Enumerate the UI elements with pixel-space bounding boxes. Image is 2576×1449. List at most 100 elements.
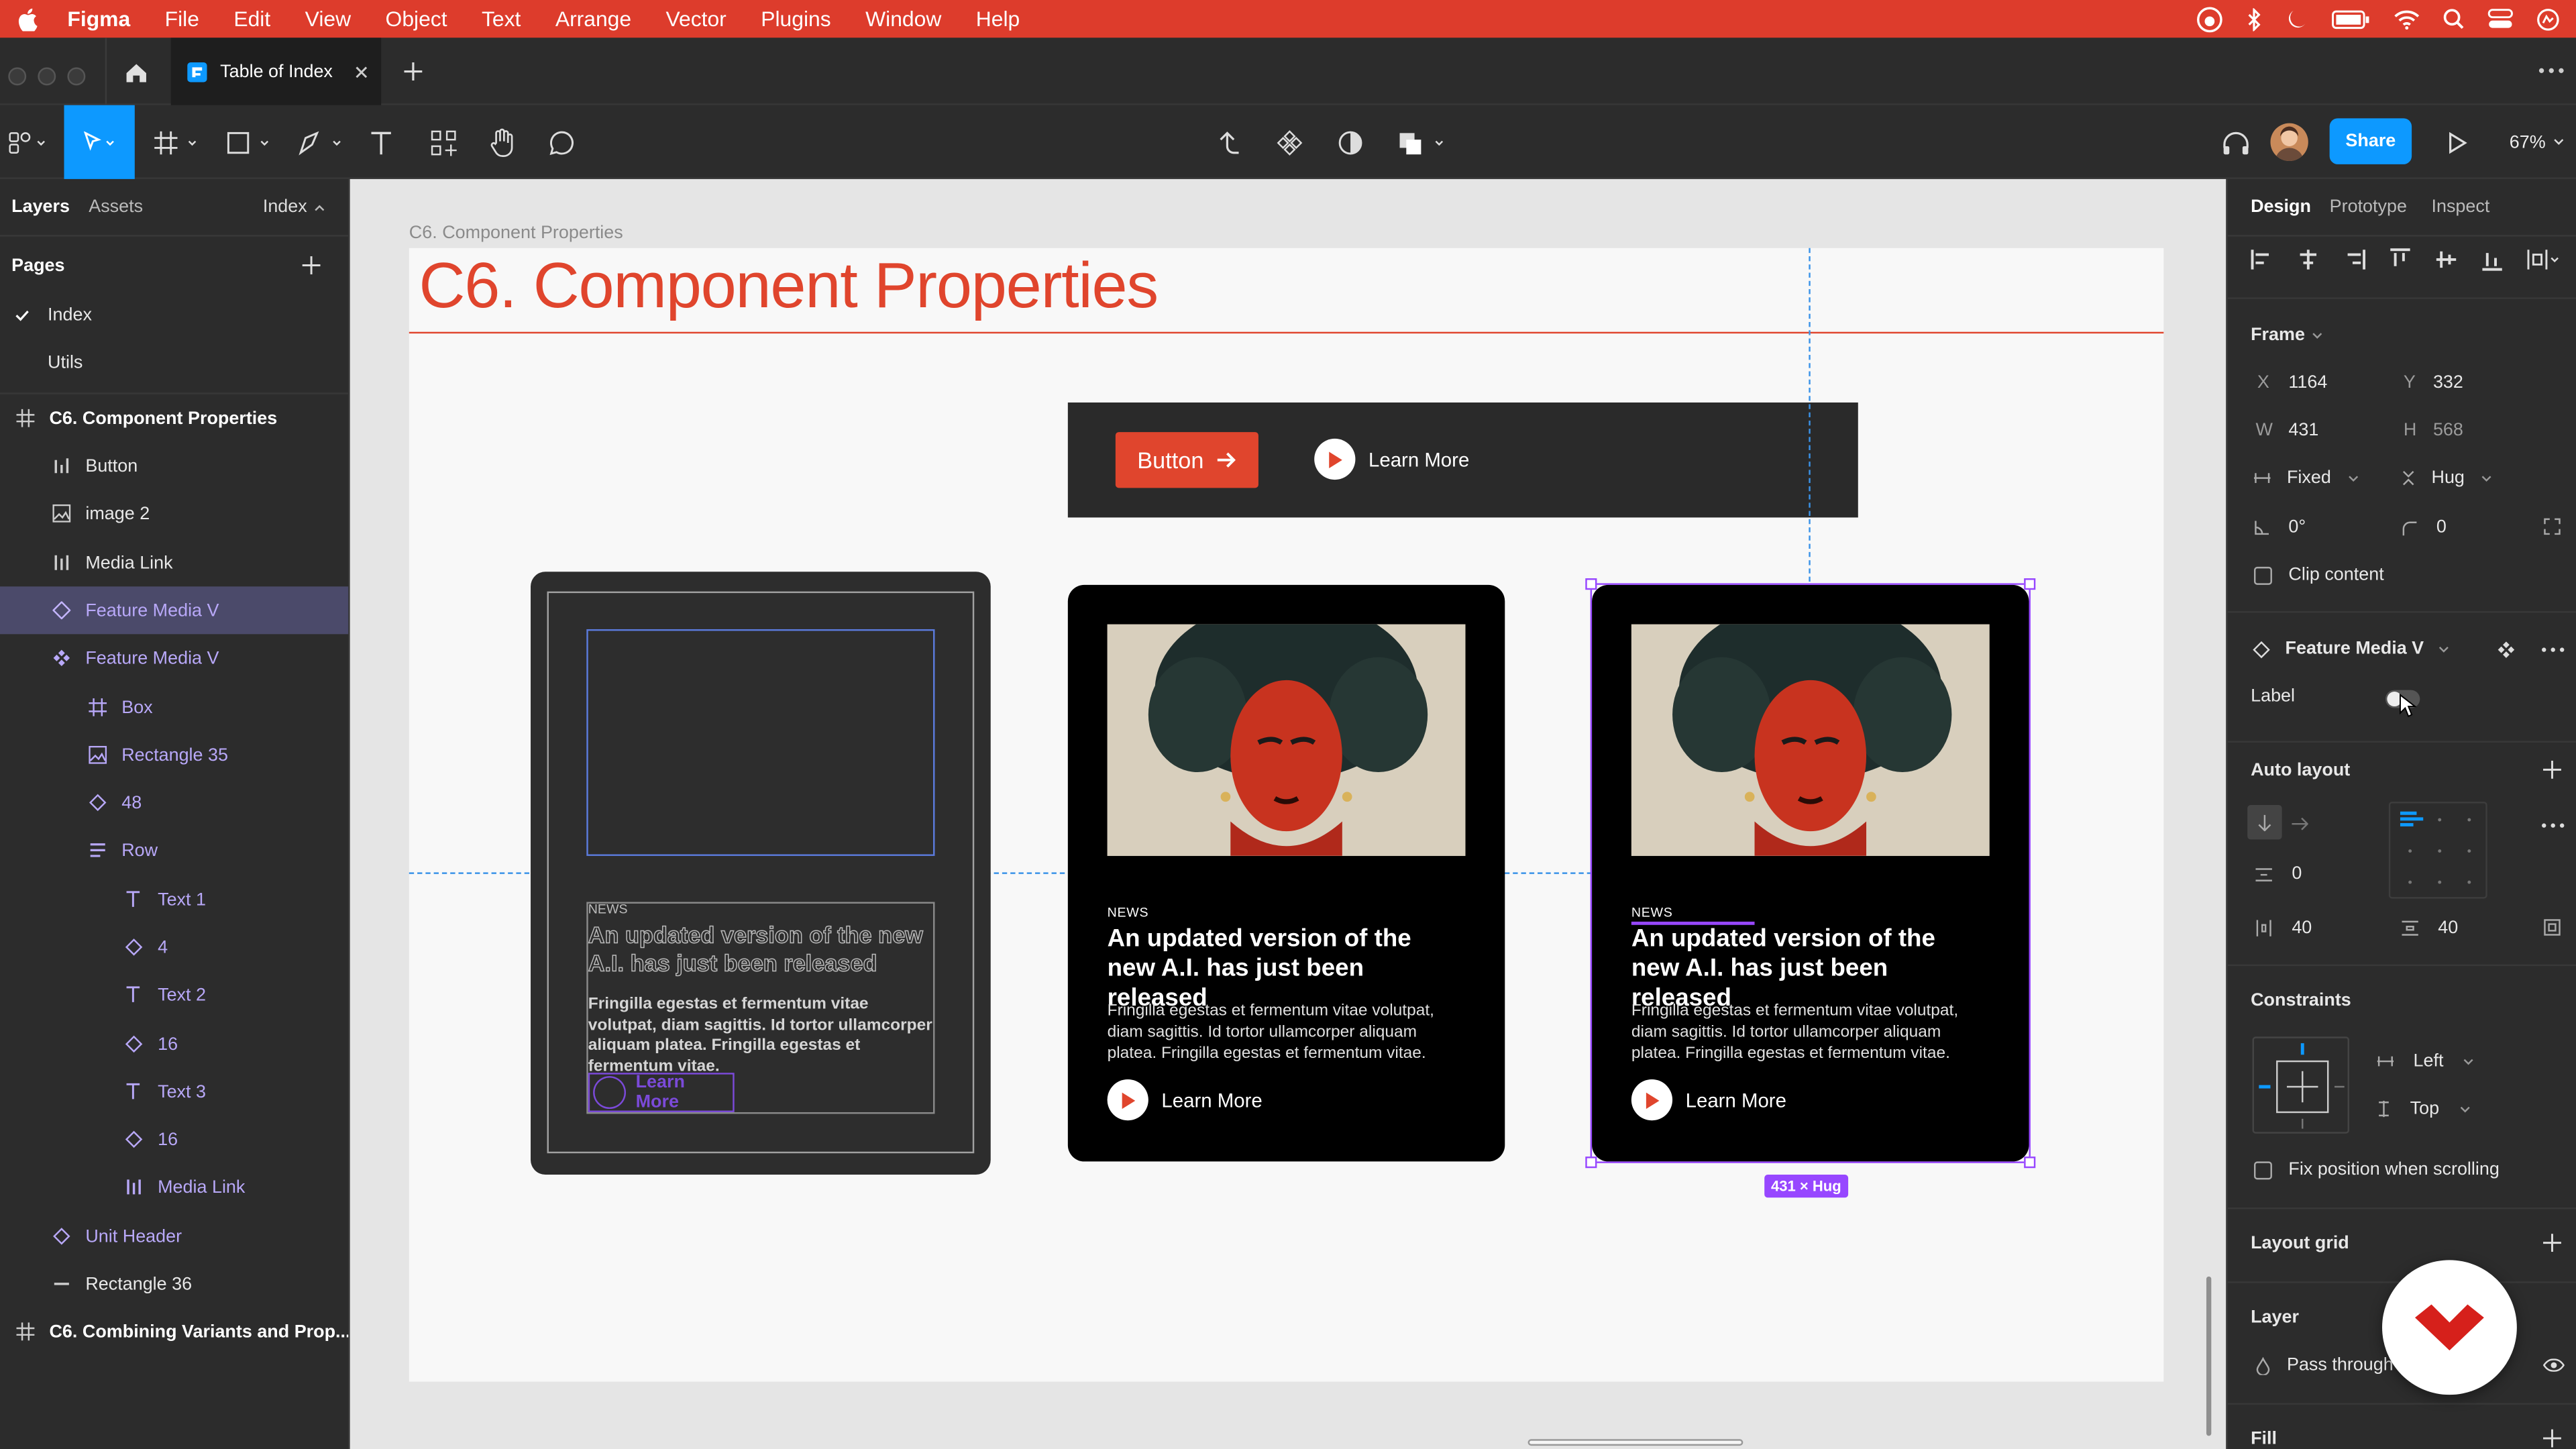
- frame-label[interactable]: C6. Component Properties: [409, 223, 623, 243]
- moon-icon[interactable]: [2286, 7, 2308, 30]
- share-button[interactable]: Share: [2329, 118, 2412, 164]
- independent-corners-icon[interactable]: [2543, 517, 2561, 535]
- boolean-groups-icon[interactable]: [1393, 105, 1449, 179]
- layer-row-text-3[interactable]: Text 3: [0, 1068, 348, 1116]
- window-minimize-button[interactable]: [38, 67, 56, 86]
- component-instance-select[interactable]: Feature Media V: [2253, 639, 2451, 659]
- feature-media-card-selected[interactable]: NEWS An updated version of the new A.I. …: [1592, 584, 2029, 1162]
- layer-row-text-1[interactable]: Text 1: [0, 875, 348, 923]
- menu-view[interactable]: View: [305, 7, 351, 32]
- bluetooth-icon[interactable]: [2246, 7, 2262, 31]
- layer-row-4[interactable]: 4: [0, 923, 348, 971]
- battery-icon[interactable]: [2331, 9, 2371, 28]
- layer-row-image-2[interactable]: image 2: [0, 490, 348, 537]
- layer-row-16[interactable]: 16: [0, 1020, 348, 1068]
- layer-row-rectangle-36[interactable]: Rectangle 36: [0, 1260, 348, 1307]
- vertical-padding-input[interactable]: 40: [2402, 918, 2458, 938]
- x-input[interactable]: 1164: [2288, 373, 2327, 392]
- vertical-constraint-select[interactable]: Top: [2377, 1099, 2471, 1119]
- constraints-widget[interactable]: [2252, 1036, 2350, 1134]
- window-zoom-button[interactable]: [67, 67, 86, 86]
- present-play-icon[interactable]: [2443, 105, 2473, 179]
- eye-visibility-icon[interactable]: [2543, 1358, 2565, 1372]
- move-tool[interactable]: [64, 105, 135, 179]
- new-tab-icon[interactable]: [404, 62, 423, 81]
- audio-headphones-icon[interactable]: [2218, 105, 2254, 179]
- layer-row-text-2[interactable]: Text 2: [0, 971, 348, 1018]
- horizontal-constraint-select[interactable]: Left: [2377, 1051, 2475, 1071]
- h-input[interactable]: 568: [2433, 421, 2463, 440]
- tab-design[interactable]: Design: [2251, 197, 2311, 217]
- tab-assets[interactable]: Assets: [89, 197, 143, 217]
- rotation-input[interactable]: 0°: [2254, 517, 2306, 537]
- layer-row-frame-c6-combining[interactable]: C6. Combining Variants and Prop...: [0, 1307, 348, 1355]
- resize-handle[interactable]: [2024, 1157, 2036, 1169]
- page-switcher[interactable]: Index: [263, 197, 325, 217]
- tab-prototype[interactable]: Prototype: [2330, 197, 2407, 217]
- page-item-index[interactable]: Index: [0, 290, 348, 338]
- floating-logo-badge[interactable]: [2382, 1260, 2517, 1395]
- tab-layers[interactable]: Layers: [11, 197, 70, 217]
- horizontal-padding-input[interactable]: 40: [2255, 918, 2312, 938]
- wireframe-card[interactable]: NEWS An updated version of the new A.I. …: [531, 572, 991, 1175]
- layer-row-button[interactable]: Button: [0, 442, 348, 490]
- menu-file[interactable]: File: [165, 7, 199, 32]
- main-menu-icon[interactable]: [3, 105, 52, 179]
- resources-tool[interactable]: [425, 105, 462, 179]
- demo-button[interactable]: Button: [1115, 432, 1258, 488]
- menu-plugins[interactable]: Plugins: [761, 7, 830, 32]
- layer-row-16[interactable]: 16: [0, 1116, 348, 1163]
- y-input[interactable]: 332: [2433, 373, 2463, 392]
- demo-learn-more[interactable]: Learn More: [1314, 438, 1469, 480]
- avatar[interactable]: [2270, 123, 2308, 162]
- card-learn-more[interactable]: Learn More: [1631, 1079, 1786, 1121]
- layer-row-rectangle-35[interactable]: Rectangle 35: [0, 731, 348, 779]
- creative-cloud-icon[interactable]: [2196, 6, 2222, 32]
- layer-row-unit-header[interactable]: Unit Header: [0, 1212, 348, 1260]
- horizontal-scrollbar[interactable]: [1527, 1439, 1743, 1446]
- text-tool[interactable]: [365, 105, 398, 179]
- apple-icon[interactable]: [18, 7, 38, 31]
- layer-row-frame-c6[interactable]: C6. Component Properties: [0, 394, 348, 442]
- frame-tool[interactable]: [148, 105, 203, 179]
- app-name[interactable]: Figma: [67, 7, 130, 32]
- feature-media-card[interactable]: NEWS An updated version of the new A.I. …: [1067, 584, 1505, 1162]
- direction-vertical-button[interactable]: [2247, 805, 2282, 840]
- home-icon[interactable]: [125, 62, 148, 84]
- menu-text[interactable]: Text: [482, 7, 521, 32]
- w-input[interactable]: 431: [2288, 421, 2318, 440]
- wifi-icon[interactable]: [2394, 9, 2420, 29]
- layer-row-media-link[interactable]: Media Link: [0, 1163, 348, 1211]
- vertical-scrollbar[interactable]: [2206, 1276, 2212, 1436]
- close-tab-icon[interactable]: [355, 65, 368, 78]
- height-mode-select[interactable]: Hug: [2402, 468, 2492, 488]
- more-options-icon[interactable]: [2538, 67, 2565, 74]
- add-fill-icon[interactable]: [2543, 1429, 2561, 1448]
- auto-layout-options-icon[interactable]: [2542, 823, 2565, 828]
- search-icon[interactable]: [2443, 8, 2465, 30]
- individual-padding-icon[interactable]: [2543, 918, 2561, 936]
- alignment-grid[interactable]: [2388, 802, 2487, 899]
- resize-handle[interactable]: [2024, 578, 2036, 590]
- layer-row-box[interactable]: Box: [0, 684, 348, 731]
- resize-handle[interactable]: [1585, 1157, 1597, 1169]
- layer-row-feature-media-instance[interactable]: Feature Media V: [0, 586, 349, 635]
- canvas[interactable]: C6. Component Properties C6. Component P…: [350, 178, 2226, 1449]
- menu-window[interactable]: Window: [865, 7, 941, 32]
- layer-row-feature-media-main[interactable]: Feature Media V: [0, 634, 348, 682]
- comment-tool[interactable]: [544, 105, 580, 179]
- frame-c6-component-properties[interactable]: C6. Component Properties Button Learn Mo…: [409, 248, 2164, 1382]
- fix-position-checkbox[interactable]: Fix position when scrolling: [2254, 1160, 2500, 1179]
- blend-mode-select[interactable]: Pass through: [2255, 1355, 2394, 1375]
- menu-help[interactable]: Help: [976, 7, 1020, 32]
- add-layout-grid-icon[interactable]: [2543, 1234, 2561, 1252]
- pen-tool[interactable]: [292, 105, 348, 179]
- window-close-button[interactable]: [8, 67, 27, 86]
- page-item-utils[interactable]: Utils: [0, 338, 348, 386]
- layer-row-row[interactable]: Row: [0, 826, 348, 874]
- layer-row-media-link[interactable]: Media Link: [0, 539, 348, 586]
- mask-icon[interactable]: [1332, 105, 1368, 179]
- card-learn-more[interactable]: Learn More: [1107, 1079, 1263, 1121]
- detach-instance-icon[interactable]: [1211, 105, 1247, 179]
- frame-section-header[interactable]: Frame: [2251, 325, 2323, 345]
